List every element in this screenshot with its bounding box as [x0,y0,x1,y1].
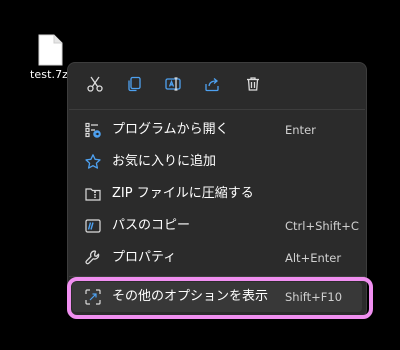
star-icon [84,153,102,171]
copy-icon [125,75,143,97]
rename-button[interactable] [160,73,186,99]
context-toolbar [68,63,366,107]
document-icon[interactable] [37,34,63,66]
menu-item-show-more-options[interactable]: その他のオプションを表示 Shift+F10 [72,282,362,312]
menu-item-open-with[interactable]: プログラムから開く Enter [72,115,362,145]
menu-item-label: ZIP ファイルに圧縮する [112,186,254,201]
delete-button[interactable] [240,73,266,99]
copy-path-icon [84,217,102,235]
share-button[interactable] [199,73,225,99]
menu-item-compress-zip[interactable]: ZIP ファイルに圧縮する [72,179,362,209]
menu-item-copy-path[interactable]: パスのコピー Ctrl+Shift+C [72,211,362,241]
menu-divider [69,276,365,277]
menu-item-label: プログラムから開く [112,122,229,137]
menu-item-add-favorites[interactable]: お気に入りに追加 [72,147,362,177]
delete-icon [244,75,262,97]
desktop: test.7z プログラムから開く Enter お気に入りに追加 ZIP ファイ… [0,0,400,350]
share-icon [203,75,221,97]
menu-divider [69,109,365,110]
menu-item-shortcut: Ctrl+Shift+C [285,219,359,233]
menu-item-label: その他のオプションを表示 [112,289,269,304]
menu-item-shortcut: Enter [285,123,316,137]
zip-folder-icon [84,185,102,203]
open-with-icon [84,121,102,139]
cut-button[interactable] [82,73,108,99]
menu-item-shortcut: Shift+F10 [285,290,343,304]
menu-item-shortcut: Alt+Enter [285,251,342,265]
menu-item-label: パスのコピー [112,218,191,233]
wrench-icon [84,249,102,267]
menu-item-label: お気に入りに追加 [112,154,217,169]
more-options-icon [84,288,102,306]
menu-item-properties[interactable]: プロパティ Alt+Enter [72,243,362,273]
menu-item-label: プロパティ [112,250,177,265]
cut-icon [86,75,104,97]
rename-icon [164,75,182,97]
copy-button[interactable] [121,73,147,99]
context-menu: プログラムから開く Enter お気に入りに追加 ZIP ファイルに圧縮する パ… [67,62,367,318]
